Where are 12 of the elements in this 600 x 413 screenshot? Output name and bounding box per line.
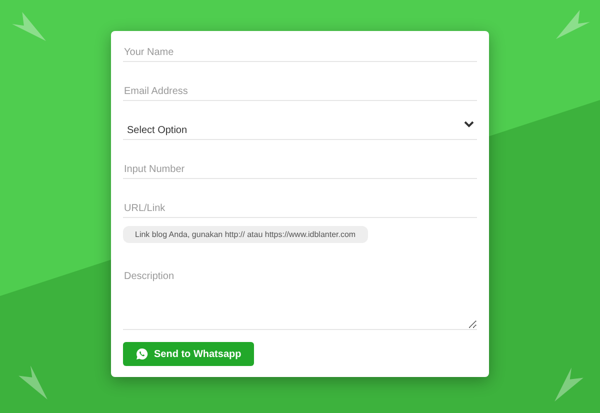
text-field[interactable]: Your Name <box>123 31 477 62</box>
text-field[interactable]: Input Number <box>123 148 477 179</box>
paper-plane-icon <box>556 10 590 39</box>
chat-bubble-icon <box>136 348 148 360</box>
description-field[interactable]: Description <box>123 251 477 330</box>
text-field[interactable]: URL/Link <box>123 187 477 218</box>
paper-plane-icon <box>18 366 48 400</box>
select-field[interactable]: Select Option <box>123 109 477 140</box>
paper-plane-icon <box>554 368 584 402</box>
paper-plane-icon <box>12 12 46 41</box>
text-field[interactable]: Email Address <box>123 70 477 101</box>
hint-text: Link blog Anda, gunakan http:// atau https://www.idblanter.com <box>123 226 368 243</box>
